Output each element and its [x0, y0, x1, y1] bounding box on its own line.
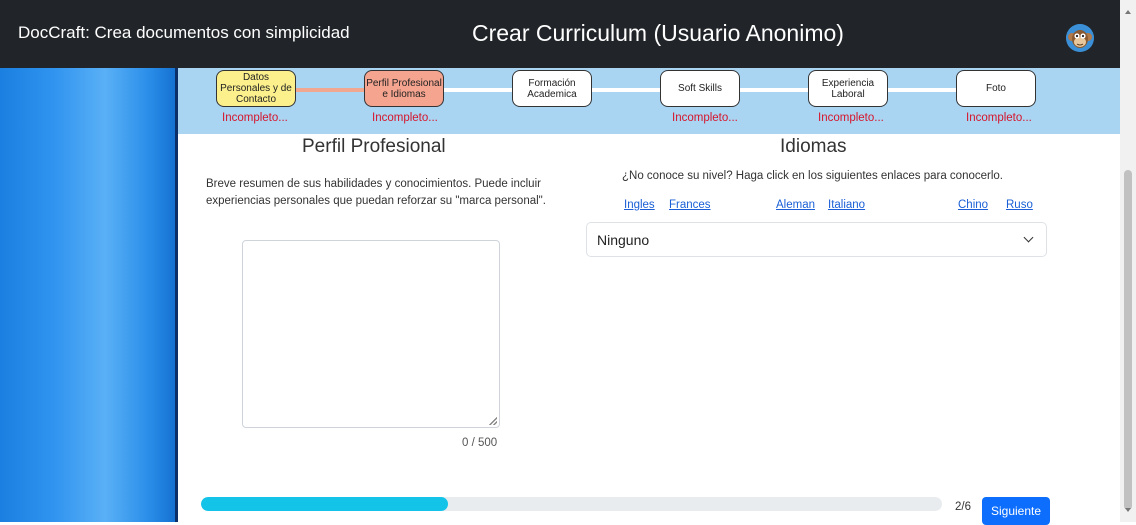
step-counter: 2/6 [955, 501, 971, 513]
link-italiano[interactable]: Italiano [828, 199, 865, 211]
monkey-avatar-icon[interactable] [1066, 24, 1094, 52]
navbar: DocCraft: Crea documentos con simplicida… [0, 0, 1120, 68]
step-label: Formación Academica [527, 77, 577, 100]
step-status: Incompleto... [966, 112, 1032, 124]
link-ingles[interactable]: Ingles [624, 199, 655, 211]
link-ruso[interactable]: Ruso [1006, 199, 1033, 211]
idiomas-heading: Idiomas [780, 136, 847, 157]
brand-title[interactable]: DocCraft: Crea documentos con simplicida… [18, 23, 350, 43]
progress-bar [201, 497, 942, 511]
step-label: Foto [985, 83, 1006, 94]
chevron-down-icon [1023, 232, 1034, 243]
perfil-textarea[interactable] [242, 240, 500, 428]
step-status: Incompleto... [672, 112, 738, 124]
step-label: Datos Personales y de Contacto [220, 72, 292, 105]
link-frances[interactable]: Frances [669, 199, 711, 211]
page-scrollbar[interactable] [1120, 0, 1136, 522]
side-divider [175, 68, 178, 522]
step-label: Experiencia Laboral [821, 77, 875, 100]
perfil-heading: Perfil Profesional [302, 136, 446, 157]
idiomas-question: ¿No conoce su nivel? Haga click en los s… [622, 170, 1003, 182]
link-aleman[interactable]: Aleman [776, 199, 815, 211]
scroll-thumb[interactable] [1124, 170, 1132, 510]
select-value: Ninguno [597, 232, 650, 248]
language-level-select[interactable]: Ninguno [586, 222, 1047, 257]
step-status: Incompleto... [372, 112, 438, 124]
perfil-description: Breve resumen de sus habilidades y conoc… [206, 178, 546, 207]
progress-fill [201, 497, 448, 511]
step-datos-personales[interactable]: Datos Personales y de Contacto [216, 70, 296, 107]
step-label: Perfil Profesional e Idiomas [366, 77, 442, 100]
step-foto[interactable]: Foto [956, 70, 1036, 107]
scroll-up-icon[interactable] [1125, 10, 1131, 14]
side-decoration [0, 68, 175, 522]
step-status: Incompleto... [222, 112, 288, 124]
stepper: Datos Personales y de Contacto Perfil Pr… [178, 68, 1120, 134]
next-button[interactable]: Siguiente [982, 497, 1050, 525]
step-perfil-idiomas[interactable]: Perfil Profesional e Idiomas [364, 70, 444, 107]
step-label: Soft Skills [678, 83, 722, 94]
step-experiencia[interactable]: Experiencia Laboral [808, 70, 888, 107]
scroll-down-icon[interactable] [1125, 508, 1131, 512]
step-status: Incompleto... [818, 112, 884, 124]
step-formacion[interactable]: Formación Academica [512, 70, 592, 107]
link-chino[interactable]: Chino [958, 199, 988, 211]
resize-handle-icon[interactable] [489, 417, 497, 425]
step-soft-skills[interactable]: Soft Skills [660, 70, 740, 107]
char-counter: 0 / 500 [462, 437, 498, 449]
page-title: Crear Curriculum (Usuario Anonimo) [472, 20, 844, 46]
